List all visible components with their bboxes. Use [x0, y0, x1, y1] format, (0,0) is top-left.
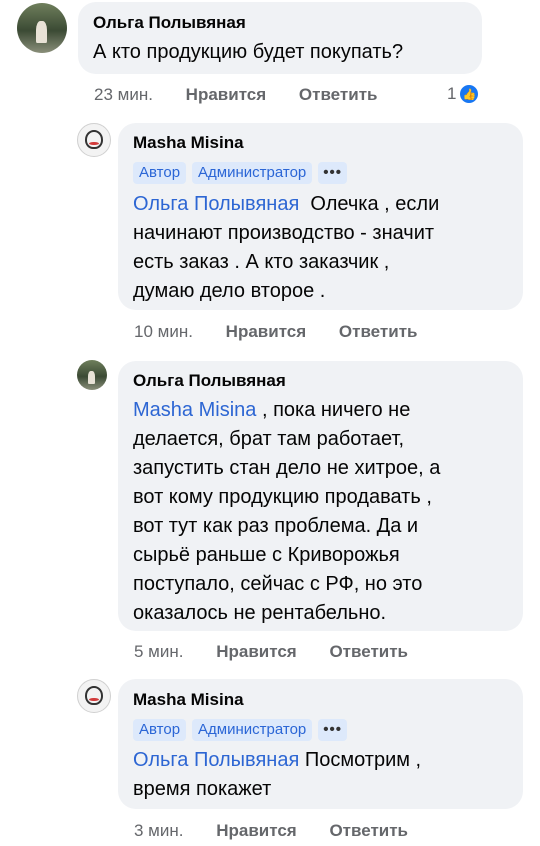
comment-text: Masha Misina , пока ничего не делается, … — [133, 396, 513, 628]
comment-author[interactable]: Masha Misina — [133, 133, 244, 153]
comment-time[interactable]: 23 мин. — [94, 85, 153, 105]
reply-button[interactable]: Ответить — [339, 322, 418, 342]
reaction-count-text: 1 — [447, 84, 457, 103]
comment-text: Ольга Полывяная Олечка , если начинают п… — [133, 190, 513, 306]
comment-actions: 5 мин. Нравится Ответить — [134, 642, 408, 662]
comment-line: Ольга Полывяная Посмотрим , — [133, 746, 513, 775]
comment-text: Ольга Полывяная Посмотрим , время покаже… — [133, 746, 513, 804]
comment-line: думаю дело второе . — [133, 280, 326, 302]
badge-admin[interactable]: Администратор — [192, 719, 313, 741]
more-badges-button[interactable]: ••• — [318, 719, 348, 741]
avatar[interactable] — [17, 3, 67, 53]
comment-actions: 23 мин. Нравится Ответить — [94, 85, 377, 105]
comment-line-text: Олечка , если — [310, 193, 440, 215]
reply-button[interactable]: Ответить — [299, 85, 378, 105]
avatar[interactable] — [77, 123, 111, 157]
badge-admin[interactable]: Администратор — [192, 162, 313, 184]
like-button[interactable]: Нравится — [216, 821, 297, 841]
comment-line-text: Посмотрим , — [304, 749, 422, 771]
reply-button[interactable]: Ответить — [329, 821, 408, 841]
badge-author[interactable]: Автор — [133, 719, 187, 741]
comment-line: Masha Misina , пока ничего не — [133, 396, 513, 425]
like-button[interactable]: Нравится — [186, 85, 267, 105]
comment-line: сырьё раньше с Криворожья — [133, 544, 400, 566]
badge-author[interactable]: Автор — [133, 162, 187, 184]
comment-time[interactable]: 5 мин. — [134, 642, 183, 662]
comment-line: начинают производство - значит — [133, 222, 435, 244]
mention-link[interactable]: Ольга Полывяная — [133, 749, 299, 771]
like-button[interactable]: Нравится — [226, 322, 307, 342]
mention-link[interactable]: Ольга Полывяная — [133, 193, 299, 215]
comment-author[interactable]: Masha Misina — [133, 690, 244, 710]
author-badges: Автор Администратор ••• — [133, 719, 348, 741]
comment-text: А кто продукцию будет покупать? — [93, 41, 404, 63]
comment-line: делается, брат там работает, — [133, 428, 405, 450]
comment-author[interactable]: Ольга Полывяная — [133, 371, 286, 391]
more-badges-button[interactable]: ••• — [318, 162, 348, 184]
reply-button[interactable]: Ответить — [329, 642, 408, 662]
avatar[interactable] — [77, 360, 107, 390]
comment-line: оказалось не рентабельно. — [133, 602, 387, 624]
comment-author[interactable]: Ольга Полывяная — [93, 13, 246, 33]
comment-line: есть заказ . А кто заказчик , — [133, 251, 390, 273]
comment-line: время покажет — [133, 778, 272, 800]
comment-line: запустить стан дело не хитрое, а — [133, 457, 441, 479]
reaction-count[interactable]: 1 👍 — [447, 83, 481, 105]
comment-time[interactable]: 10 мин. — [134, 322, 193, 342]
like-icon: 👍 — [458, 83, 481, 105]
avatar[interactable] — [77, 679, 111, 713]
mention-link[interactable]: Masha Misina — [133, 399, 256, 421]
comment-time[interactable]: 3 мин. — [134, 821, 183, 841]
comment-line: поступало, сейчас с РФ, но это — [133, 573, 423, 595]
like-button[interactable]: Нравится — [216, 642, 297, 662]
author-badges: Автор Администратор ••• — [133, 162, 348, 184]
comment-actions: 3 мин. Нравится Ответить — [134, 821, 408, 841]
comment-line: вот тут как раз проблема. Да и — [133, 515, 419, 537]
comment-line: Ольга Полывяная Олечка , если — [133, 190, 513, 219]
comment-actions: 10 мин. Нравится Ответить — [134, 322, 417, 342]
comment-line-text: , пока ничего не — [261, 399, 411, 421]
comment-line: вот кому продукцию продавать , — [133, 486, 432, 508]
